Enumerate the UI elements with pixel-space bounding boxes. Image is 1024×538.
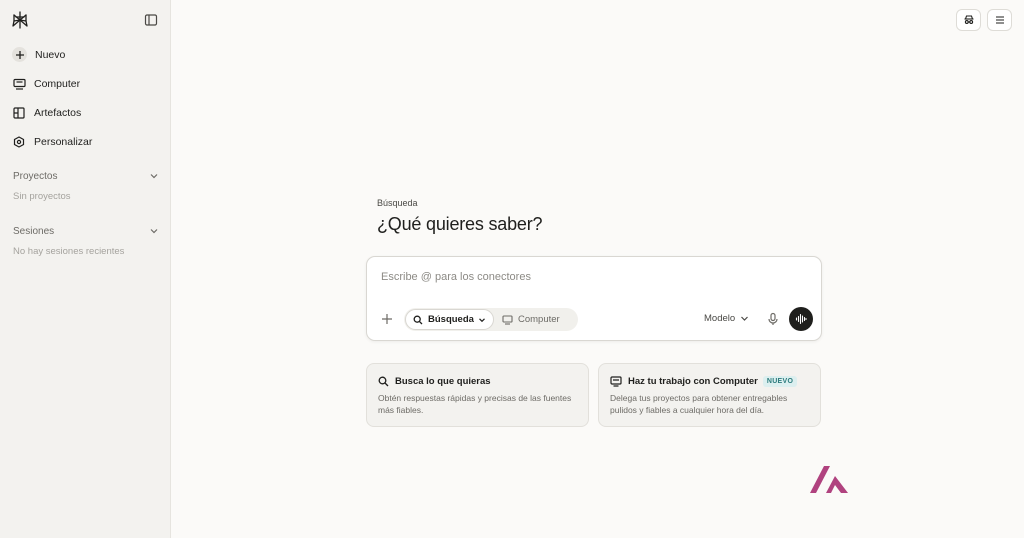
sessions-empty: No hay sesiones recientes xyxy=(13,246,125,257)
mode-toggle: Búsqueda Computer xyxy=(404,308,578,331)
sidebar-item-label: Personalizar xyxy=(34,135,93,148)
mode-computer-button[interactable]: Computer xyxy=(502,309,560,330)
mode-active-label: Búsqueda xyxy=(428,314,474,325)
audio-wave-icon xyxy=(795,313,807,325)
card-description: Delega tus proyectos para obtener entreg… xyxy=(610,393,788,415)
sidebar-item-label: Nuevo xyxy=(35,48,66,61)
sidebar-item-personalizar[interactable]: Personalizar xyxy=(6,127,164,156)
query-input[interactable] xyxy=(381,271,801,283)
model-label: Modelo xyxy=(704,313,736,324)
chevron-down-icon xyxy=(150,174,158,179)
incognito-button[interactable] xyxy=(956,9,981,31)
sidebar-item-computer[interactable]: Computer xyxy=(6,69,164,98)
card-title: Busca lo que quieras xyxy=(378,376,491,387)
new-badge: NUEVO xyxy=(762,376,798,387)
sessions-section: Sesiones No hay sesiones recientes xyxy=(13,224,159,257)
sidebar-item-artefactos[interactable]: Artefactos xyxy=(6,98,164,127)
sidebar-toggle-icon[interactable] xyxy=(143,12,159,28)
microphone-icon[interactable] xyxy=(766,312,780,326)
menu-button[interactable] xyxy=(987,9,1012,31)
incognito-icon xyxy=(964,15,973,24)
voice-mode-button[interactable] xyxy=(789,307,813,331)
sessions-title: Sesiones xyxy=(13,225,55,237)
search-icon xyxy=(413,315,423,324)
model-selector[interactable]: Modelo xyxy=(704,313,749,324)
customize-icon xyxy=(12,135,26,149)
chevron-down-icon xyxy=(479,317,485,322)
suggestion-card-search[interactable]: Busca lo que quieras Obtén respuestas rá… xyxy=(366,363,589,427)
chevron-down-icon xyxy=(741,316,749,321)
composer: Búsqueda Computer Modelo xyxy=(366,256,822,341)
monitor-icon xyxy=(610,376,622,387)
plus-icon xyxy=(12,47,27,62)
attach-plus-icon[interactable] xyxy=(380,312,394,326)
sidebar-item-label: Artefactos xyxy=(34,106,82,119)
suggestion-card-computer[interactable]: Haz tu trabajo con Computer NUEVO Delega… xyxy=(598,363,821,427)
chevron-down-icon xyxy=(150,229,158,234)
page-title: ¿Qué quieres saber? xyxy=(377,214,543,234)
projects-title: Proyectos xyxy=(13,170,58,182)
sidebar-item-label: Computer xyxy=(34,77,81,90)
monitor-icon xyxy=(12,77,26,91)
mode-busqueda-button[interactable]: Búsqueda xyxy=(405,309,494,330)
mode-inactive-label: Computer xyxy=(518,314,560,325)
sidebar-item-nuevo[interactable]: Nuevo xyxy=(6,40,164,69)
sidebar-nav: Nuevo Computer Artefactos Personalizar xyxy=(6,40,164,156)
logo-icon[interactable] xyxy=(11,11,29,29)
menu-icon xyxy=(995,16,1004,24)
card-title-text: Busca lo que quieras xyxy=(395,376,491,387)
projects-section: Proyectos Sin proyectos xyxy=(13,169,159,202)
watermark-logo xyxy=(810,466,848,493)
card-title: Haz tu trabajo con Computer NUEVO xyxy=(610,376,798,387)
projects-empty: Sin proyectos xyxy=(13,191,71,202)
search-icon xyxy=(378,376,389,387)
sessions-header[interactable]: Sesiones xyxy=(13,224,159,238)
card-description: Obtén respuestas rápidas y precisas de l… xyxy=(378,393,572,415)
sidebar: Nuevo Computer Artefactos Personalizar P… xyxy=(0,0,171,538)
artifacts-icon xyxy=(12,106,26,120)
page-label: Búsqueda xyxy=(377,198,418,208)
monitor-icon xyxy=(502,314,513,325)
card-title-text: Haz tu trabajo con Computer xyxy=(628,376,758,387)
projects-header[interactable]: Proyectos xyxy=(13,169,159,183)
